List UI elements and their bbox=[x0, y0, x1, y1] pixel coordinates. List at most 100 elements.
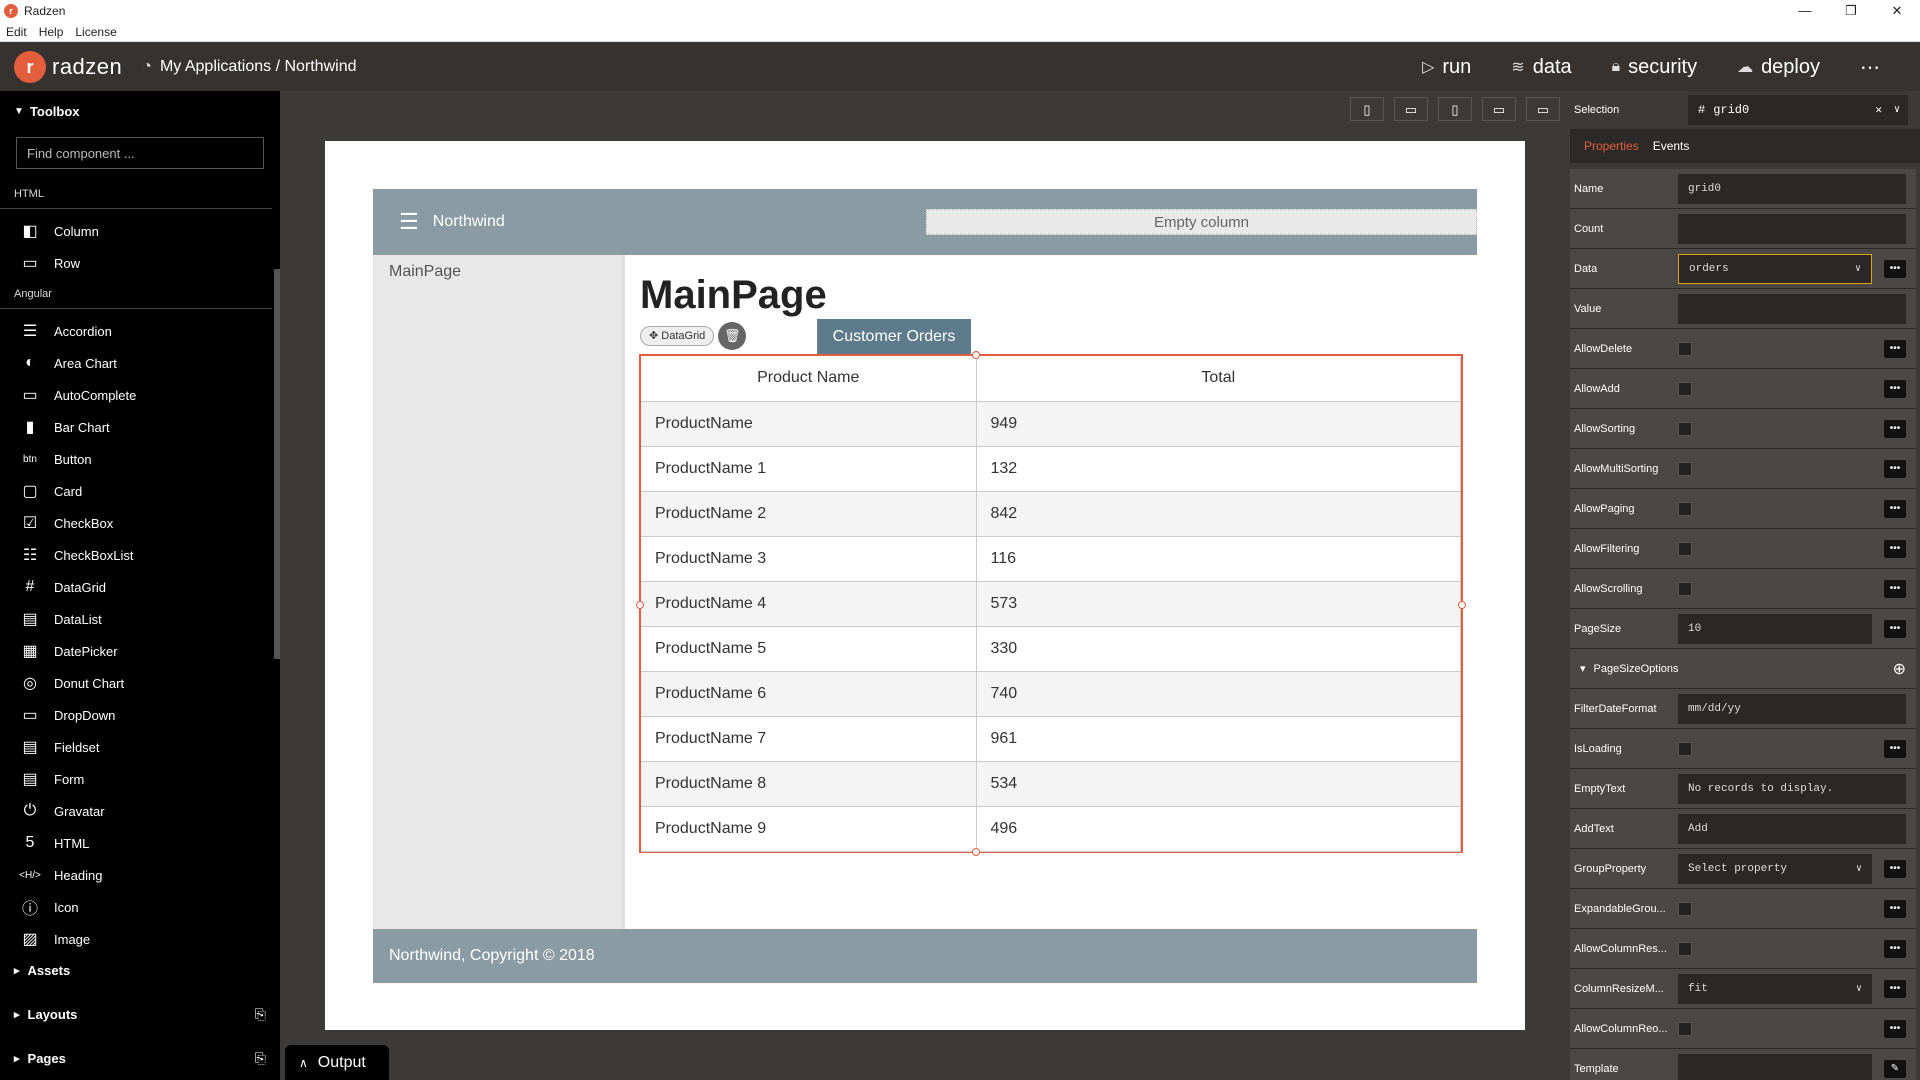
add-pages-icon[interactable]: ⎘ bbox=[255, 1050, 266, 1067]
prop-checkbox[interactable] bbox=[1678, 501, 1692, 516]
binding-icon[interactable]: ••• bbox=[1884, 619, 1906, 638]
menu-edit[interactable]: Edit bbox=[6, 25, 27, 39]
toolbox-item-card[interactable]: ▢ Card bbox=[0, 475, 272, 507]
binding-icon[interactable]: ••• bbox=[1884, 459, 1906, 478]
device-2-icon[interactable]: ▯ bbox=[1438, 97, 1472, 121]
toolbox-item-checkbox[interactable]: ☑ CheckBox bbox=[0, 507, 272, 539]
toolbox-item-row[interactable]: ▭ Row bbox=[0, 247, 272, 279]
column-header-product-name[interactable]: Product Name bbox=[641, 356, 977, 402]
toolbox-item-button[interactable]: btn Button bbox=[0, 443, 272, 475]
tab-properties[interactable]: Properties bbox=[1584, 139, 1639, 153]
breadcrumb[interactable]: ◔ My Applications / Northwind bbox=[142, 58, 356, 76]
binding-icon[interactable]: ••• bbox=[1884, 579, 1906, 598]
toolbox-item-autocomplete[interactable]: ▭ AutoComplete bbox=[0, 379, 272, 411]
toolbox-header[interactable]: ▼ Toolbox bbox=[0, 91, 280, 131]
nav-security[interactable]: 🔒︎ security bbox=[1612, 56, 1697, 79]
toolbox-item-gravatar[interactable]: ⏻ Gravatar bbox=[0, 795, 272, 827]
device-0-icon[interactable]: ▯ bbox=[1350, 97, 1384, 121]
toolbox-item-bar-chart[interactable]: ▮ Bar Chart bbox=[0, 411, 272, 443]
output-tab[interactable]: ∧ Output bbox=[285, 1045, 389, 1080]
prop-value[interactable]: mm/dd/yy bbox=[1678, 693, 1906, 724]
datagrid-tag[interactable]: ✥ DataGrid bbox=[640, 326, 715, 346]
menu-help[interactable]: Help bbox=[39, 25, 64, 39]
table-row[interactable]: ProductName 1 132 bbox=[641, 446, 1461, 492]
trash-icon[interactable]: 🗑︎ bbox=[718, 322, 747, 350]
toolbox-item-checkboxlist[interactable]: ☷ CheckBoxList bbox=[0, 539, 272, 571]
toolbox-item-html[interactable]: 5 HTML bbox=[0, 827, 272, 859]
edit-icon[interactable]: ✎ bbox=[1884, 1059, 1906, 1078]
resize-handle-left[interactable] bbox=[636, 601, 644, 609]
toolbox-item-datepicker[interactable]: ▦ DatePicker bbox=[0, 635, 272, 667]
toolbox-item-datalist[interactable]: ▤ DataList bbox=[0, 603, 272, 635]
device-4-icon[interactable]: ▭ bbox=[1526, 97, 1560, 121]
toolbox-item-fieldset[interactable]: ▤ Fieldset bbox=[0, 731, 272, 763]
add-layouts-icon[interactable]: ⎘ bbox=[255, 1006, 266, 1023]
datagrid[interactable]: Product Name Total ProductName 949 Product… bbox=[636, 351, 1466, 856]
table-row[interactable]: ProductName 9 496 bbox=[641, 806, 1461, 852]
prop-group-toggle[interactable]: ▾ PageSizeOptions bbox=[1570, 662, 1679, 675]
page-heading[interactable]: MainPage bbox=[640, 273, 827, 318]
toolbox-item-heading[interactable]: <H/> Heading bbox=[0, 859, 272, 891]
binding-icon[interactable]: ••• bbox=[1884, 859, 1906, 878]
nav-deploy[interactable]: ☁ deploy bbox=[1737, 56, 1820, 79]
nav-run[interactable]: ▷ run bbox=[1422, 56, 1471, 79]
minimize-button[interactable]: — bbox=[1782, 0, 1828, 22]
device-1-icon[interactable]: ▭ bbox=[1394, 97, 1428, 121]
toolbox-item-icon[interactable]: ⓘ Icon bbox=[0, 891, 272, 923]
prop-value[interactable]: No records to display. bbox=[1678, 773, 1906, 804]
resize-handle-bottom[interactable] bbox=[972, 848, 980, 856]
resize-handle-top[interactable] bbox=[972, 351, 980, 359]
toolbox-item-column[interactable]: ◧ Column bbox=[0, 215, 272, 247]
prop-checkbox[interactable] bbox=[1678, 581, 1692, 596]
table-row[interactable]: ProductName 949 bbox=[641, 401, 1461, 447]
prop-value[interactable] bbox=[1678, 1053, 1872, 1080]
binding-icon[interactable]: ••• bbox=[1884, 1019, 1906, 1038]
toolbox-pages[interactable]: ▸ Pages ⎘ bbox=[0, 1036, 280, 1080]
nav-data[interactable]: ≋ data bbox=[1511, 56, 1571, 79]
toolbox-item-form[interactable]: ▤ Form bbox=[0, 763, 272, 795]
close-button[interactable]: ✕ bbox=[1874, 0, 1920, 22]
binding-icon[interactable]: ••• bbox=[1884, 899, 1906, 918]
selection-dropdown[interactable]: # grid0 ✕ ∨ bbox=[1688, 95, 1908, 125]
binding-icon[interactable]: ••• bbox=[1884, 419, 1906, 438]
prop-checkbox[interactable] bbox=[1678, 1021, 1692, 1036]
prop-checkbox[interactable] bbox=[1678, 541, 1692, 556]
table-row[interactable]: ProductName 2 842 bbox=[641, 491, 1461, 537]
more-icon[interactable]: ⋯ bbox=[1860, 55, 1880, 80]
table-row[interactable]: ProductName 8 534 bbox=[641, 761, 1461, 807]
binding-icon[interactable]: ••• bbox=[1884, 979, 1906, 998]
toolbox-item-dropdown[interactable]: ▭ DropDown bbox=[0, 699, 272, 731]
table-row[interactable]: ProductName 5 330 bbox=[641, 626, 1461, 672]
prop-checkbox[interactable] bbox=[1678, 901, 1692, 916]
add-circle-icon[interactable]: ⊕ bbox=[1893, 659, 1906, 679]
menu-icon[interactable]: ☰ bbox=[399, 209, 419, 235]
toolbox-item-area-chart[interactable]: ◐ Area Chart bbox=[0, 347, 272, 379]
prop-checkbox[interactable] bbox=[1678, 941, 1692, 956]
toolbox-item-datagrid[interactable]: # DataGrid bbox=[0, 571, 272, 603]
binding-icon[interactable]: ••• bbox=[1884, 539, 1906, 558]
prop-value[interactable] bbox=[1678, 213, 1906, 244]
prop-value[interactable]: fit ∨ bbox=[1678, 973, 1872, 1004]
prop-value[interactable]: orders ∨ bbox=[1678, 253, 1872, 284]
toolbox-scrollbar[interactable] bbox=[274, 269, 280, 659]
table-row[interactable]: ProductName 7 961 bbox=[641, 716, 1461, 762]
tab-events[interactable]: Events bbox=[1653, 139, 1690, 153]
prop-value[interactable]: Add bbox=[1678, 813, 1906, 844]
binding-icon[interactable]: ••• bbox=[1884, 739, 1906, 758]
table-row[interactable]: ProductName 4 573 bbox=[641, 581, 1461, 627]
prop-value[interactable]: Select property ∨ bbox=[1678, 853, 1872, 884]
prop-value[interactable]: grid0 bbox=[1678, 173, 1906, 204]
resize-handle-right[interactable] bbox=[1458, 601, 1466, 609]
prop-checkbox[interactable] bbox=[1678, 381, 1692, 396]
prop-value[interactable]: 10 bbox=[1678, 613, 1872, 644]
maximize-button[interactable]: ❐ bbox=[1828, 0, 1874, 22]
binding-icon[interactable]: ••• bbox=[1884, 379, 1906, 398]
table-row[interactable]: ProductName 3 116 bbox=[641, 536, 1461, 582]
binding-icon[interactable]: ••• bbox=[1884, 259, 1906, 278]
binding-icon[interactable]: ••• bbox=[1884, 339, 1906, 358]
table-row[interactable]: ProductName 6 740 bbox=[641, 671, 1461, 717]
clear-icon[interactable]: ✕ bbox=[1875, 103, 1882, 117]
customer-orders-button[interactable]: Customer Orders bbox=[817, 319, 971, 355]
radzen-logo[interactable]: r radzen bbox=[14, 51, 122, 83]
toolbox-item-accordion[interactable]: ☰ Accordion bbox=[0, 315, 272, 347]
